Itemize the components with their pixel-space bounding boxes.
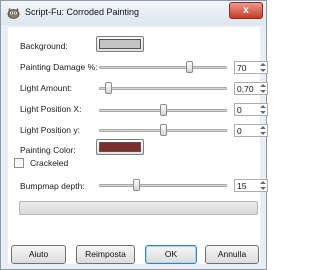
bumpmap-depth-label: Bumpmap depth:: [20, 181, 85, 191]
slider-thumb[interactable]: [160, 124, 167, 136]
cancel-button[interactable]: Annulla: [205, 245, 259, 264]
light-position-x-spinbox[interactable]: [234, 103, 268, 116]
spin-arrows: [259, 180, 267, 191]
spin-arrows: [259, 125, 267, 136]
slider-thumb[interactable]: [160, 104, 167, 116]
slider-track: [99, 184, 227, 187]
painting-damage-slider[interactable]: [99, 61, 227, 73]
light-amount-label: Light Amount:: [20, 83, 72, 93]
crackeled-checkbox[interactable]: [14, 158, 24, 168]
spin-up-icon[interactable]: [259, 180, 267, 185]
light-amount-slider[interactable]: [99, 82, 227, 94]
dialog-content: Background: Painting Damage %: Light Amo…: [8, 27, 268, 264]
spin-up-icon[interactable]: [259, 83, 267, 88]
spin-arrows: [259, 62, 267, 73]
crackeled-label: Crackeled: [30, 158, 69, 168]
spin-down-icon[interactable]: [259, 110, 267, 115]
slider-track: [99, 66, 227, 69]
background-label: Background:: [20, 41, 68, 51]
painting-color-swatch: [99, 142, 141, 152]
spin-up-icon[interactable]: [259, 62, 267, 67]
spin-arrows: [259, 104, 267, 115]
ok-button[interactable]: OK: [145, 245, 197, 264]
painting-color-label: Painting Color:: [20, 145, 76, 155]
light-amount-spinbox[interactable]: [234, 82, 268, 95]
spin-up-icon[interactable]: [259, 125, 267, 130]
painting-damage-spinbox[interactable]: [234, 61, 268, 74]
bumpmap-depth-slider[interactable]: [99, 179, 227, 191]
reset-button[interactable]: Reimposta: [76, 245, 135, 264]
light-position-x-field[interactable]: [237, 104, 257, 115]
spin-down-icon[interactable]: [259, 131, 267, 136]
slider-thumb[interactable]: [104, 82, 112, 94]
light-position-y-field[interactable]: [237, 125, 257, 136]
painting-damage-label: Painting Damage %:: [20, 62, 98, 72]
reset-button-label: Reimposta: [85, 249, 126, 259]
cancel-button-label: Annulla: [217, 249, 247, 259]
ok-button-label: OK: [164, 249, 178, 259]
spin-down-icon[interactable]: [259, 68, 267, 73]
painting-color-button[interactable]: [96, 139, 144, 155]
dialog-window: Script-Fu: Corroded Painting x Backgroun…: [0, 0, 268, 270]
light-position-y-slider[interactable]: [99, 124, 227, 136]
close-button[interactable]: x: [229, 2, 263, 19]
slider-track: [99, 87, 227, 90]
spin-up-icon[interactable]: [259, 104, 267, 109]
title-bar[interactable]: Script-Fu: Corroded Painting x: [1, 1, 266, 25]
spin-arrows: [259, 83, 267, 94]
light-position-x-slider[interactable]: [99, 104, 227, 116]
spin-down-icon[interactable]: [259, 89, 267, 94]
bumpmap-depth-spinbox[interactable]: [234, 179, 268, 192]
painting-damage-field[interactable]: [237, 62, 257, 73]
gimp-icon: [7, 7, 20, 19]
background-color-swatch: [99, 39, 141, 49]
background-color-button[interactable]: [96, 36, 144, 52]
light-position-y-spinbox[interactable]: [234, 124, 268, 137]
progress-bar: [19, 201, 258, 215]
window-title: Script-Fu: Corroded Painting: [25, 7, 140, 17]
bumpmap-depth-field[interactable]: [237, 180, 257, 191]
help-button-label: Aiuto: [28, 249, 49, 259]
light-position-x-label: Light Position X:: [20, 104, 82, 114]
slider-thumb[interactable]: [185, 61, 193, 73]
light-position-y-label: Light Position y:: [20, 125, 81, 135]
light-amount-field[interactable]: [237, 83, 257, 94]
spin-down-icon[interactable]: [259, 186, 267, 191]
help-button[interactable]: Aiuto: [11, 245, 66, 264]
slider-thumb[interactable]: [132, 179, 140, 191]
